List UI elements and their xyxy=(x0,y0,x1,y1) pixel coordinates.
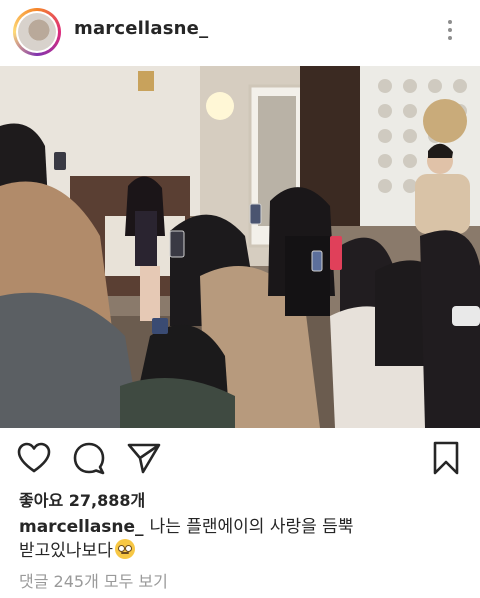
post-header: marcellasne_ xyxy=(0,0,480,62)
post-photo-image xyxy=(0,66,480,428)
caption-text-line2: 받고있나보다 xyxy=(19,541,113,561)
story-ring[interactable] xyxy=(13,8,61,56)
comment-icon[interactable] xyxy=(71,440,107,476)
avatar[interactable] xyxy=(18,13,56,51)
likes-count[interactable]: 좋아요 27,888개 xyxy=(19,487,145,511)
post-username[interactable]: marcellasne_ xyxy=(74,18,208,39)
post-photo[interactable] xyxy=(0,66,480,428)
caption-text-line1: 나는 플랜에이의 사랑을 듬뿍 xyxy=(149,517,354,537)
post-caption: marcellasne_ 나는 플랜에이의 사랑을 듬뿍 받고있나보다 xyxy=(19,515,464,563)
more-options-icon[interactable] xyxy=(444,20,456,44)
send-icon[interactable] xyxy=(126,440,162,476)
post-actions xyxy=(0,436,480,480)
face-with-rolling-eyes-emoji xyxy=(114,539,135,559)
view-all-comments-link[interactable]: 댓글 245개 모두 보기 xyxy=(19,568,168,592)
bookmark-icon[interactable] xyxy=(428,440,464,476)
heart-icon[interactable] xyxy=(16,440,52,476)
caption-username[interactable]: marcellasne_ xyxy=(19,517,144,537)
